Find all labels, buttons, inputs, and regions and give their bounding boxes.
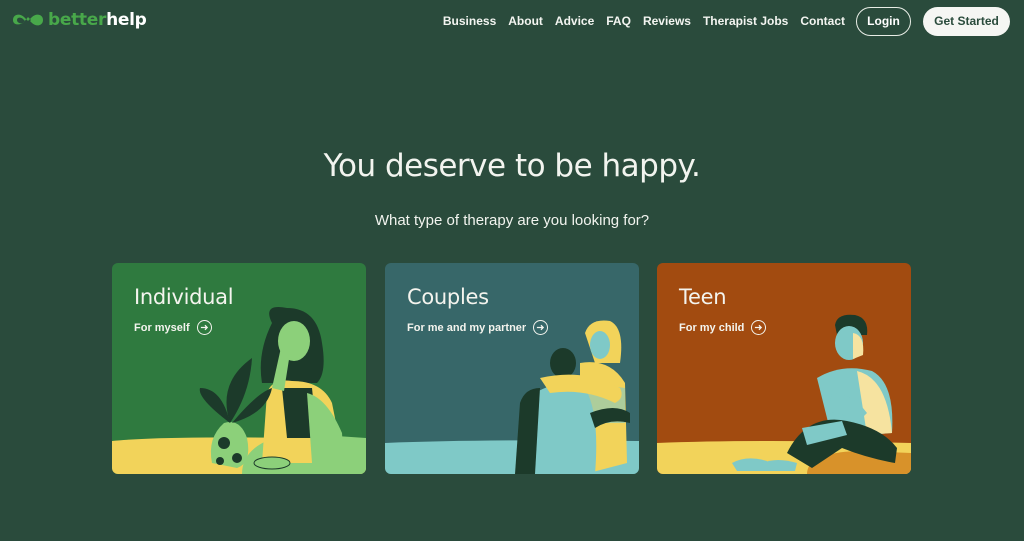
card-title: Individual: [134, 285, 234, 309]
hero-subtitle: What type of therapy are you looking for…: [374, 212, 650, 229]
card-couples[interactable]: Couples For me and my partner: [385, 263, 639, 474]
card-subtitle: For my child: [679, 321, 745, 334]
nav-advice[interactable]: Advice: [555, 14, 594, 28]
nav-about[interactable]: About: [508, 14, 543, 28]
main-nav: Business About Advice FAQ Reviews Therap…: [443, 6, 1010, 36]
login-button[interactable]: Login: [856, 6, 911, 36]
nav-faq[interactable]: FAQ: [606, 14, 631, 28]
nav-contact[interactable]: Contact: [800, 14, 845, 28]
site-header: betterhelp Business About Advice FAQ Rev…: [0, 0, 1024, 42]
betterhelp-logo-icon: [13, 14, 43, 26]
logo-text-better: better: [48, 10, 107, 30]
card-title: Teen: [679, 285, 727, 309]
logo-text-help: help: [106, 10, 147, 30]
hero-title: You deserve to be happy.: [323, 148, 701, 184]
card-title: Couples: [407, 285, 489, 309]
card-subtitle: For myself: [134, 321, 190, 334]
card-teen[interactable]: Teen For my child: [657, 263, 911, 474]
logo-text: betterhelp: [48, 9, 147, 31]
arrow-right-circle-icon: [196, 320, 212, 335]
arrow-right-circle-icon: [751, 320, 767, 335]
nav-business[interactable]: Business: [443, 14, 496, 28]
nav-reviews[interactable]: Reviews: [643, 14, 691, 28]
card-subtitle-link[interactable]: For me and my partner: [407, 320, 549, 335]
arrow-right-circle-icon: [533, 320, 549, 335]
card-subtitle-link[interactable]: For my child: [679, 320, 767, 335]
betterhelp-logo[interactable]: betterhelp: [10, 9, 147, 31]
nav-therapist-jobs[interactable]: Therapist Jobs: [703, 14, 788, 28]
card-individual[interactable]: Individual For myself: [112, 263, 366, 474]
card-subtitle-link[interactable]: For myself: [134, 320, 212, 335]
get-started-button[interactable]: Get Started: [923, 6, 1010, 36]
card-subtitle: For me and my partner: [407, 321, 527, 334]
